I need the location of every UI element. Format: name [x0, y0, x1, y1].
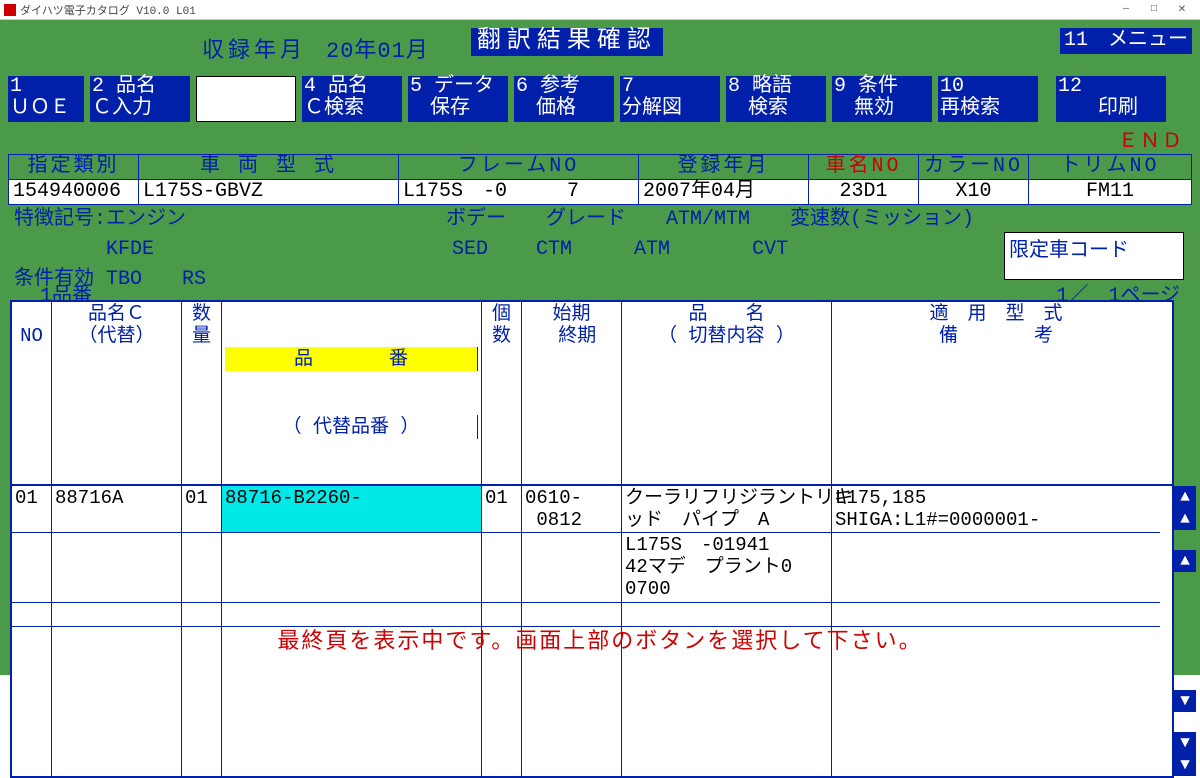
- col-count: 個 数: [482, 302, 522, 484]
- scroll-up-icon[interactable]: ▲: [1174, 486, 1196, 508]
- screen-title: 翻訳結果確認: [471, 28, 663, 56]
- scroll-up-icon[interactable]: ▲: [1174, 550, 1196, 572]
- hdr-regdate: 登録年月: [639, 155, 809, 180]
- menu-button[interactable]: 11 メニュー: [1060, 28, 1192, 54]
- app-root: 収録年月 20年01月 翻訳結果確認 11 メニュー 1 ＵＯＥ 2 品名 Ｃ入…: [0, 20, 1200, 675]
- hdr-shitei: 指定類別: [9, 155, 139, 180]
- parts-table-header: NO 品名Ｃ （代替） 数 量 品 番 （ 代替品番 ） 個 数 始期 終期 品…: [12, 302, 1172, 486]
- vehicle-info-table: 指定類別 車 両 型 式 フレームNO 登録年月 車名NO カラーNO トリムN…: [8, 154, 1192, 205]
- col-no: NO: [12, 302, 52, 484]
- col-period: 始期 終期: [522, 302, 622, 484]
- window-title: ダイハツ電子カタログ V10.0 L01: [20, 2, 196, 18]
- f4-button[interactable]: 4 品名 Ｃ検索: [302, 76, 402, 122]
- hdr-color: カラーNO: [919, 155, 1029, 180]
- f10-button[interactable]: 10 再検索: [938, 76, 1038, 122]
- f7-button[interactable]: 7 分解図: [620, 76, 720, 122]
- window-titlebar: ダイハツ電子カタログ V10.0 L01 — □ ✕: [0, 0, 1200, 20]
- val-model: L175S-GBVZ: [139, 180, 399, 205]
- col-partno: 品 番 （ 代替品番 ）: [222, 302, 482, 484]
- window-close[interactable]: ✕: [1168, 4, 1196, 16]
- scroll-down-icon[interactable]: ▼: [1174, 732, 1196, 754]
- record-date-value: 20年01月: [320, 28, 435, 68]
- spec-line-1: 特徴記号:エンジン ボデー グレード ATM/MTM 変速数(ミッション): [8, 205, 1192, 235]
- col-name: 品名Ｃ （代替）: [52, 302, 182, 484]
- val-carname: 23D1: [809, 180, 919, 205]
- f2-button[interactable]: 2 品名 Ｃ入力: [90, 76, 190, 122]
- hdr-model: 車 両 型 式: [139, 155, 399, 180]
- record-date-label: 収録年月: [196, 28, 312, 68]
- status-message: 最終頁を表示中です。画面上部のボタンを選択して下さい。: [0, 623, 1200, 655]
- val-color: X10: [919, 180, 1029, 205]
- function-key-row: 1 ＵＯＥ 2 品名 Ｃ入力 4 品名 Ｃ検索 5 データ 保存 6 参考 価格…: [8, 76, 1192, 122]
- app-icon: [4, 4, 16, 16]
- val-regdate: 2007年04月: [639, 180, 809, 205]
- f1-button[interactable]: 1 ＵＯＥ: [8, 76, 84, 122]
- f6-button[interactable]: 6 参考 価格: [514, 76, 614, 122]
- scroll-up-icon[interactable]: ▲: [1174, 508, 1196, 530]
- table-row[interactable]: L175S -01941 42マデ プラント0 0700: [12, 533, 1172, 603]
- end-label: ＥＮＤ: [8, 124, 1192, 154]
- scroll-down-icon[interactable]: ▼: [1174, 690, 1196, 712]
- f8-button[interactable]: 8 略語 検索: [726, 76, 826, 122]
- parts-table: NO 品名Ｃ （代替） 数 量 品 番 （ 代替品番 ） 個 数 始期 終期 品…: [10, 300, 1174, 778]
- f9-button[interactable]: 9 条件 無効: [832, 76, 932, 122]
- f5-button[interactable]: 5 データ 保存: [408, 76, 508, 122]
- col-qty: 数 量: [182, 302, 222, 484]
- col-model: 適 用 型 式 備 考: [832, 302, 1160, 484]
- f12-button[interactable]: 12 印刷: [1056, 76, 1166, 122]
- table-row[interactable]: 01 88716A 01 88716-B2260- 01 0610- 0812 …: [12, 486, 1172, 533]
- window-maximize[interactable]: □: [1140, 4, 1168, 15]
- limited-car-code[interactable]: 限定車コード: [1004, 232, 1184, 280]
- hdr-carname: 車名NO: [809, 155, 919, 180]
- name-c-input[interactable]: [196, 76, 296, 122]
- col-desc: 品 名 （ 切替内容 ）: [622, 302, 832, 484]
- val-frame: L175S -0 7: [399, 180, 639, 205]
- val-shitei: 154940006: [9, 180, 139, 205]
- hdr-frame: フレームNO: [399, 155, 639, 180]
- scroll-down-icon[interactable]: ▼: [1174, 754, 1196, 776]
- window-minimize[interactable]: —: [1112, 4, 1140, 15]
- val-trim: FM11: [1029, 180, 1192, 205]
- hdr-trim: トリムNO: [1029, 155, 1192, 180]
- partno-cell[interactable]: 88716-B2260-: [222, 486, 482, 533]
